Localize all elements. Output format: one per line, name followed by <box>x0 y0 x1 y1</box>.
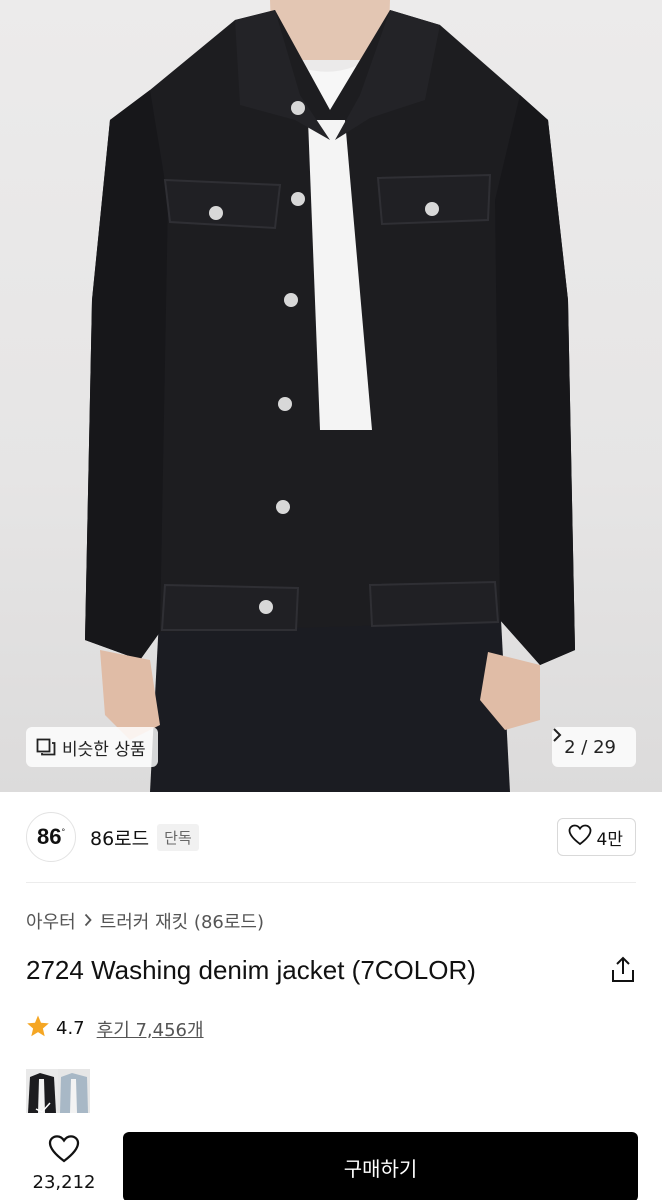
rating-row: 4.7 후기 7,456개 <box>26 1014 204 1043</box>
color-thumbnails <box>26 1069 90 1113</box>
buy-button[interactable]: 구매하기 <box>123 1132 638 1200</box>
heart-icon <box>568 824 592 851</box>
product-image-carousel[interactable]: 비슷한 상품 2 / 29 <box>0 0 662 792</box>
color-thumb-light-blue[interactable] <box>58 1069 90 1113</box>
wishlist-count: 23,212 <box>32 1172 96 1193</box>
title-row: 2724 Washing denim jacket (7COLOR) <box>26 950 636 990</box>
image-counter[interactable]: 2 / 29 <box>552 727 636 767</box>
brand-name[interactable]: 86로드 <box>90 824 149 851</box>
brand-row: 86 ° 86로드 단독 4만 <box>26 810 636 864</box>
brand-like-button[interactable]: 4만 <box>556 818 636 856</box>
star-icon <box>26 1014 50 1043</box>
product-photo <box>85 0 575 792</box>
product-title: 2724 Washing denim jacket (7COLOR) <box>26 954 476 985</box>
brand-logo-text: 86 <box>36 824 62 849</box>
brand-logo[interactable]: 86 ° <box>26 812 76 862</box>
breadcrumb: 아우터 트러커 재킷 (86로드) <box>26 908 264 934</box>
color-thumb-black[interactable] <box>26 1069 58 1113</box>
brand-like-count: 4만 <box>596 829 623 850</box>
similar-items-label: 비슷한 상품 <box>62 739 146 760</box>
image-counter-text: 2 / 29 <box>564 736 616 758</box>
similar-items-icon <box>36 738 56 756</box>
chevron-right-icon <box>84 912 92 931</box>
breadcrumb-subcategory[interactable]: 트러커 재킷 (86로드) <box>100 908 264 934</box>
reviews-link[interactable]: 후기 7,456개 <box>97 1016 204 1042</box>
share-icon[interactable] <box>610 956 636 984</box>
divider <box>26 882 636 883</box>
brand-logo-mark: ° <box>61 827 66 837</box>
heart-icon <box>48 1134 80 1168</box>
breadcrumb-category[interactable]: 아우터 <box>26 908 76 934</box>
rating-score: 4.7 <box>56 1018 85 1039</box>
similar-items-button[interactable]: 비슷한 상품 <box>26 727 158 767</box>
bottom-action-bar: 23,212 구매하기 <box>0 1122 662 1200</box>
wishlist-button[interactable]: 23,212 <box>26 1134 102 1193</box>
exclusive-badge: 단독 <box>157 823 199 851</box>
